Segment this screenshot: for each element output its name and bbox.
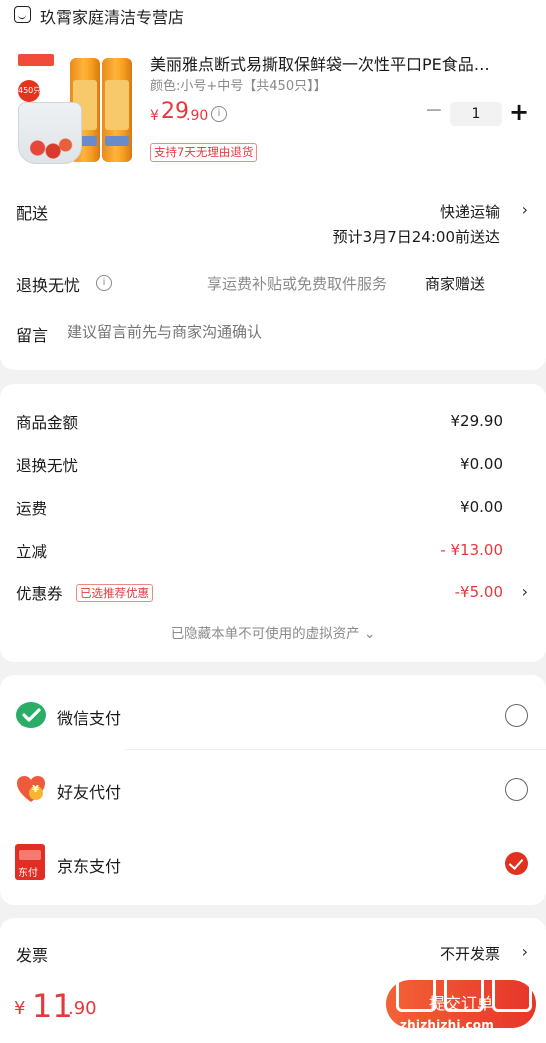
coupon-tag[interactable]: 已选推荐优惠 [76,584,153,602]
amount-value-return-service: ¥0.00 [460,455,503,473]
coupon-chevron-icon[interactable]: › [522,582,528,601]
return-service-label: 退换无忧 [16,276,81,295]
total-currency: ¥ [14,998,26,1019]
message-input[interactable] [67,318,507,346]
watermark-text: zhizhizhi.com [400,1018,494,1032]
delivery-label: 配送 [16,204,49,223]
hidden-assets-toggle[interactable]: 已隐藏本单不可使用的虚拟资产 ⌄ [0,622,546,642]
quantity-increase-button[interactable]: + [508,99,530,125]
payment-option-jd[interactable]: 东付 京东支付 [0,839,546,889]
watermark-logo [396,972,540,1016]
product-spec[interactable]: 颜色:小号+中号【共450只】】 [150,75,327,94]
checkout-bar: ¥ 11 .90 提交订单 zhizhizhi.com [0,970,546,1043]
return-service-value[interactable]: 商家赠送 [425,273,485,294]
price-currency: ¥ [150,108,159,124]
invoice-label: 发票 [16,946,49,965]
quantity-decrease-button[interactable]: − [423,100,445,124]
amount-value-shipping: ¥0.00 [460,498,503,516]
jd-pay-icon: 东付 [15,844,45,880]
divider [125,749,546,750]
count-badge: 450只 [18,80,41,102]
price-info-icon[interactable]: i [211,106,227,122]
amount-label-goods: 商品金额 [16,414,79,432]
delivery-eta: 预计3月7日24:00前送达 [332,228,500,246]
price-decimal: .90 [186,108,209,124]
invoice-value[interactable]: 不开发票 [440,943,500,964]
delivery-method[interactable]: 快递运输 [440,201,500,222]
store-name[interactable]: 玖霄家庭清洁专营店 [40,4,184,28]
total-integer: 11 [32,987,73,1025]
price-integer: 29 [161,99,189,124]
product-title[interactable]: 美丽雅点断式易撕取保鲜袋一次性平口PE食品… [150,51,526,75]
amount-label-coupon: 优惠券 [16,585,63,603]
return-service-info-icon[interactable]: i [96,275,112,291]
total-decimal: .90 [68,998,97,1019]
message-label: 留言 [16,326,49,345]
amount-label-shipping: 运费 [16,500,48,518]
amount-value-discount: - ¥13.00 [440,541,503,559]
payment-label-wechat: 微信支付 [57,709,122,728]
store-icon [14,6,31,23]
payment-label-jd: 京东支付 [57,857,122,876]
amount-value-coupon[interactable]: -¥5.00 [455,583,503,601]
amount-value-goods: ¥29.90 [450,412,504,430]
return-policy-tag: 支持7天无理由退货 [150,143,258,162]
payment-option-wechat[interactable]: 微信支付 [0,691,546,741]
return-service-desc: 享运费补贴或免费取件服务 [207,275,388,293]
amount-label-return-service: 退换无忧 [16,457,79,475]
payment-radio-jd-checked[interactable] [505,852,528,875]
amount-label-discount: 立减 [16,543,48,561]
friend-pay-icon-text: ¥ [32,784,39,795]
payment-radio-friend[interactable] [505,778,528,801]
order-item-card: 玖霄家庭清洁专营店 450只 美丽雅点断式易撕取保鲜袋一次性平口PE食品… 颜色… [0,0,546,370]
product-image[interactable]: 450只 [14,50,134,166]
quantity-input[interactable]: 1 [450,102,502,126]
brand-logo [18,54,54,66]
payment-option-friend[interactable]: ¥ 好友代付 [0,765,546,815]
friend-pay-icon: ¥ [15,774,47,806]
price-breakdown-card: 商品金额 ¥29.90 退换无忧 ¥0.00 运费 ¥0.00 立减 - ¥13… [0,384,546,662]
wechat-pay-icon [15,700,47,732]
payment-radio-wechat[interactable] [505,704,528,727]
invoice-chevron-icon[interactable]: › [522,942,528,961]
payment-label-friend: 好友代付 [57,783,122,802]
jd-pay-icon-text: 东付 [18,868,38,879]
payment-methods-card: 微信支付 ¥ 好友代付 东付 京东支付 [0,675,546,905]
delivery-chevron-icon[interactable]: › [522,200,528,219]
